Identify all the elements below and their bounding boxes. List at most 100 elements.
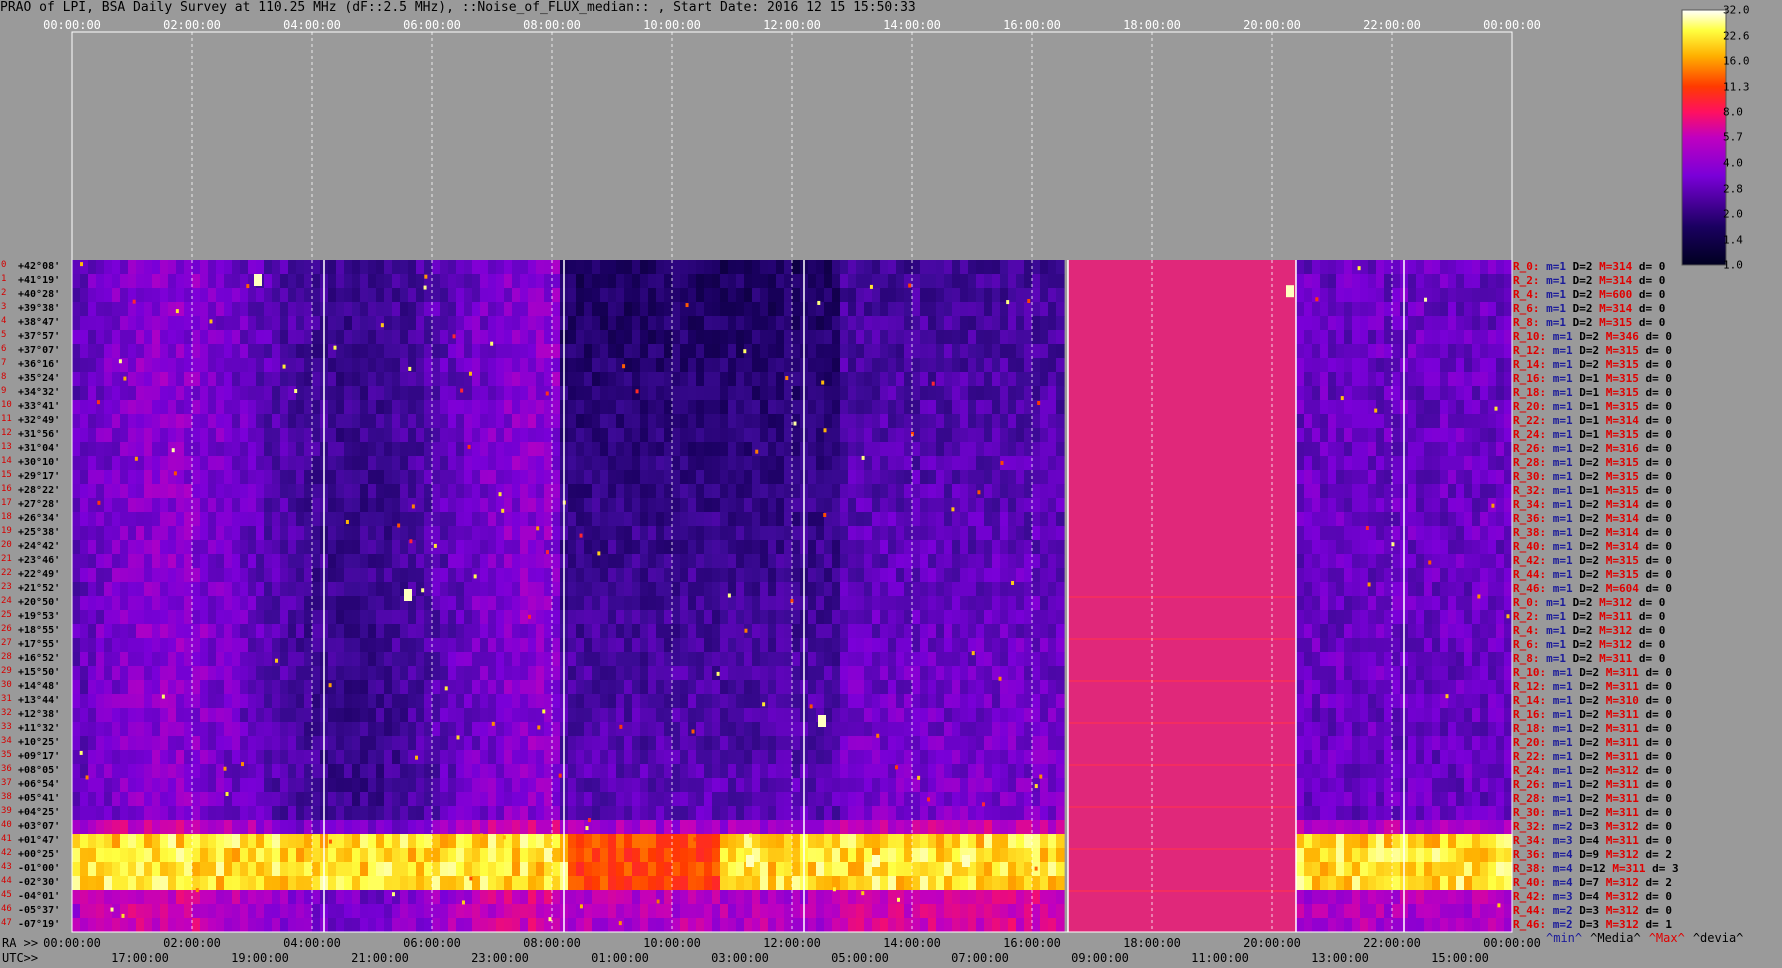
stat-mx: M=314 — [1599, 302, 1639, 315]
declination-label: +31°04' — [18, 443, 61, 454]
stat-d: D=2 — [1579, 442, 1606, 455]
stat-mx: M=315 — [1605, 456, 1646, 469]
stat-r: R_38: — [1513, 862, 1553, 875]
stat-r: R_14: — [1513, 358, 1553, 371]
stat-d: D=2 — [1579, 806, 1606, 819]
stat-d: D=2 — [1579, 568, 1606, 581]
stat-mx: M=600 — [1599, 288, 1639, 301]
declination-label: -01°00' — [18, 863, 61, 874]
declination-label: +40°28' — [18, 289, 61, 300]
row-number: 26 — [1, 624, 12, 634]
stat-m: m=1 — [1552, 750, 1580, 763]
stat-dd: d= 0 — [1645, 414, 1673, 427]
stat-m: m=2 — [1552, 820, 1580, 833]
stat-d: D=3 — [1579, 820, 1606, 833]
stat-m: m=1 — [1552, 400, 1580, 413]
stat-row: R_18: m=1 D=1 M=315 d= 0 — [1513, 387, 1672, 398]
ra-tick-label: 06:00:00 — [403, 936, 461, 950]
stat-mx: M=604 — [1605, 582, 1646, 595]
declination-label: +19°53' — [18, 611, 61, 622]
stat-mx: M=315 — [1605, 484, 1646, 497]
stat-d: D=12 — [1579, 862, 1613, 875]
stat-dd: d= 0 — [1645, 764, 1673, 777]
stat-d: D=2 — [1579, 792, 1606, 805]
declination-label: -04°01' — [18, 891, 61, 902]
utc-tick-label: 09:00:00 — [1071, 951, 1129, 965]
stat-dd: d= 0 — [1645, 680, 1673, 693]
colorbar-tick: 4.0 — [1723, 156, 1743, 170]
stat-dd: d= 0 — [1645, 904, 1673, 917]
row-number: 28 — [1, 652, 12, 662]
stat-r: R_0: — [1513, 596, 1547, 609]
stat-m: m=4 — [1552, 876, 1580, 889]
stat-dd: d= 0 — [1638, 274, 1666, 287]
stat-mx: M=315 — [1605, 554, 1646, 567]
row-number: 3 — [1, 302, 7, 312]
stat-mx: M=311 — [1599, 610, 1639, 623]
stat-m: m=1 — [1546, 316, 1573, 329]
stat-row: R_14: m=1 D=2 M=310 d= 0 — [1513, 695, 1672, 706]
stat-d: D=2 — [1579, 358, 1606, 371]
stat-r: R_20: — [1513, 400, 1553, 413]
stat-r: R_44: — [1513, 904, 1553, 917]
stat-row: R_30: m=1 D=2 M=315 d= 0 — [1513, 471, 1672, 482]
declination-label: +25°38' — [18, 527, 61, 538]
declination-label: +23°46' — [18, 555, 61, 566]
stat-row: R_6: m=1 D=2 M=314 d= 0 — [1513, 303, 1665, 314]
stat-d: D=2 — [1572, 624, 1600, 637]
row-number: 37 — [1, 778, 12, 788]
stat-m: m=2 — [1552, 918, 1580, 931]
row-number: 24 — [1, 596, 12, 606]
row-number: 0 — [1, 260, 7, 270]
declination-label: +21°52' — [18, 583, 61, 594]
stat-row: R_30: m=1 D=2 M=311 d= 0 — [1513, 807, 1672, 818]
stat-row: R_24: m=1 D=2 M=312 d= 0 — [1513, 765, 1672, 776]
stat-mx: M=310 — [1605, 694, 1646, 707]
stat-m: m=1 — [1552, 330, 1580, 343]
stat-d: D=2 — [1579, 470, 1606, 483]
stat-dd: d= 2 — [1645, 848, 1673, 861]
stat-mx: M=315 — [1599, 316, 1639, 329]
row-number: 39 — [1, 806, 12, 816]
stat-r: R_40: — [1513, 540, 1553, 553]
utc-tick-label: 01:00:00 — [591, 951, 649, 965]
stat-m: m=1 — [1552, 372, 1580, 385]
stat-dd: d= 0 — [1638, 652, 1666, 665]
stat-dd: d= 0 — [1638, 596, 1666, 609]
stat-row: R_32: m=1 D=1 M=315 d= 0 — [1513, 485, 1672, 496]
stat-m: m=1 — [1552, 722, 1580, 735]
stat-row: R_26: m=1 D=2 M=311 d= 0 — [1513, 779, 1672, 790]
row-number: 18 — [1, 512, 12, 522]
stat-row: R_8: m=1 D=2 M=311 d= 0 — [1513, 653, 1665, 664]
row-number: 35 — [1, 750, 12, 760]
stat-d: D=2 — [1579, 750, 1606, 763]
ra-tick-label: 14:00:00 — [883, 936, 941, 950]
stat-m: m=1 — [1546, 302, 1573, 315]
declination-label: +08°05' — [18, 765, 61, 776]
stat-row: R_18: m=1 D=2 M=311 d= 0 — [1513, 723, 1672, 734]
stat-mx: M=314 — [1605, 526, 1646, 539]
colorbar-tick: 2.8 — [1723, 182, 1743, 196]
ra-tick-label: 16:00:00 — [1003, 936, 1061, 950]
row-number: 41 — [1, 834, 12, 844]
declination-label: +30°10' — [18, 457, 61, 468]
colorbar-tick: 16.0 — [1723, 54, 1750, 68]
stat-d: D=2 — [1579, 512, 1606, 525]
stat-d: D=1 — [1579, 372, 1606, 385]
stat-row: R_34: m=1 D=2 M=314 d= 0 — [1513, 499, 1672, 510]
stat-r: R_26: — [1513, 442, 1553, 455]
colorbar-tick: 32.0 — [1723, 3, 1750, 17]
stat-row: R_26: m=1 D=2 M=316 d= 0 — [1513, 443, 1672, 454]
row-number: 43 — [1, 862, 12, 872]
stat-d: D=9 — [1579, 848, 1606, 861]
stat-m: m=1 — [1552, 680, 1580, 693]
stat-mx: M=311 — [1605, 778, 1646, 791]
stat-m: m=1 — [1552, 512, 1580, 525]
stat-d: D=2 — [1572, 302, 1600, 315]
stat-row: R_28: m=1 D=2 M=315 d= 0 — [1513, 457, 1672, 468]
stat-mx: M=315 — [1605, 428, 1646, 441]
declination-label: +37°57' — [18, 331, 61, 342]
row-number: 1 — [1, 274, 7, 284]
stat-mx: M=315 — [1605, 568, 1646, 581]
stat-mx: M=316 — [1605, 442, 1646, 455]
